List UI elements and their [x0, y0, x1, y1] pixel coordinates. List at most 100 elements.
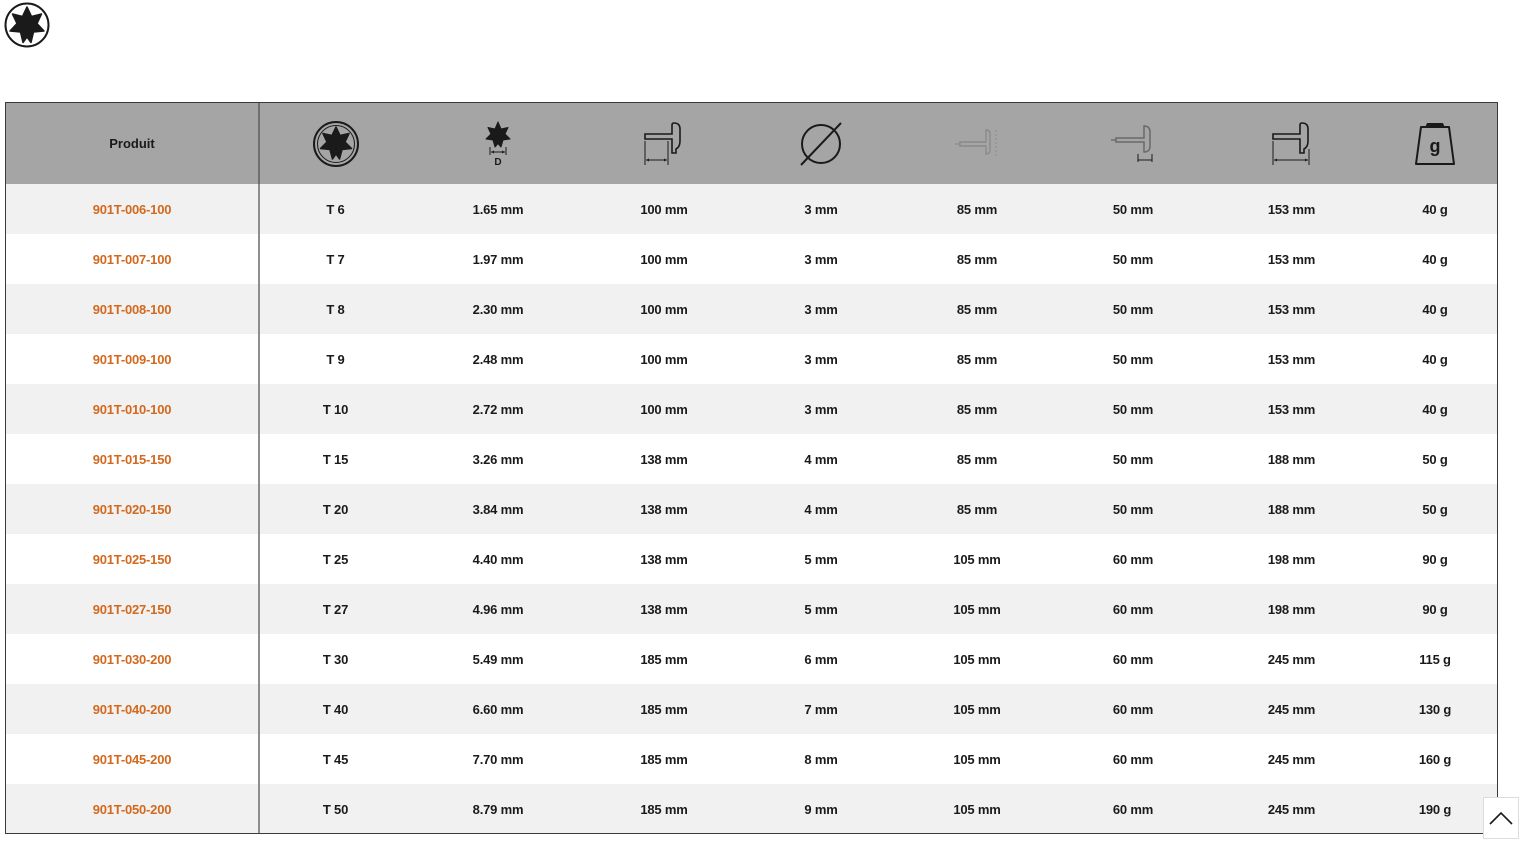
table-row: 901T-009-100 T 9 2.48 mm 100 mm 3 mm 85 mm 50 … [6, 334, 1497, 384]
product-code-cell[interactable]: 901T-027-150 [6, 584, 260, 634]
product-code-cell[interactable]: 901T-025-150 [6, 534, 260, 584]
header-total-length [1211, 103, 1372, 184]
torx-size-cell: T 25 [322, 551, 349, 567]
torx-size-cell: T 40 [322, 701, 349, 717]
weight-cell: 90 g [1422, 601, 1448, 617]
handle-width-cell: 60 mm [1112, 551, 1154, 567]
handle-width-cell: 60 mm [1112, 751, 1154, 767]
torx-size-cell: T 45 [322, 751, 349, 767]
weight-cell: 40 g [1422, 251, 1448, 267]
star-diameter-cell: 2.30 mm [472, 301, 524, 317]
header-star-diameter: D [411, 103, 585, 184]
weight-cell: 40 g [1422, 201, 1448, 217]
shaft-diameter-cell: 4 mm [804, 501, 838, 517]
product-code-cell[interactable]: 901T-045-200 [6, 734, 260, 784]
short-arm-length-cell: 100 mm [640, 251, 688, 267]
total-length-cell: 153 mm [1267, 351, 1316, 367]
weight-cell: 40 g [1422, 351, 1448, 367]
header-shaft-diameter [743, 103, 899, 184]
blade-length-cell: 85 mm [956, 301, 998, 317]
total-length-cell: 245 mm [1267, 751, 1316, 767]
short-arm-length-cell: 138 mm [640, 551, 688, 567]
handle-width-icon [1111, 124, 1153, 162]
product-code-cell[interactable]: 901T-009-100 [6, 334, 260, 384]
product-code-cell[interactable]: 901T-050-200 [6, 784, 260, 833]
short-arm-length-cell: 100 mm [640, 351, 688, 367]
product-code-cell[interactable]: 901T-030-200 [6, 634, 260, 684]
product-table: Produit D g 901T-006-100 T 6 1.65 mm 100… [6, 103, 1497, 833]
handle-width-cell: 60 mm [1112, 651, 1154, 667]
weight-cell: 115 g [1419, 651, 1451, 667]
blade-length-cell: 85 mm [956, 501, 998, 517]
star-diameter-cell: 6.60 mm [472, 701, 524, 717]
header-torx-size [259, 103, 411, 184]
total-length-cell: 188 mm [1267, 501, 1316, 517]
blade-length-cell: 105 mm [953, 551, 1001, 567]
total-length-cell: 245 mm [1267, 701, 1316, 717]
product-code-cell[interactable]: 901T-007-100 [6, 234, 260, 284]
short-arm-length-cell: 138 mm [640, 601, 688, 617]
short-arm-length-cell: 100 mm [640, 201, 688, 217]
table-body: 901T-006-100 T 6 1.65 mm 100 mm 3 mm 85 mm 50 … [6, 184, 1497, 833]
header-blade-length [899, 103, 1055, 184]
blade-length-cell: 85 mm [956, 251, 998, 267]
torx-size-cell: T 6 [326, 201, 345, 217]
table-row: 901T-015-150 T 15 3.26 mm 138 mm 4 mm 85 mm 50… [6, 434, 1497, 484]
handle-width-cell: 50 mm [1112, 301, 1154, 317]
total-length-cell: 198 mm [1267, 551, 1316, 567]
torx-size-cell: T 15 [322, 451, 349, 467]
diameter-letter: D [494, 157, 501, 168]
shaft-diameter-cell: 5 mm [804, 601, 838, 617]
shaft-diameter-cell: 3 mm [804, 251, 838, 267]
blade-length-cell: 85 mm [956, 351, 998, 367]
table-row: 901T-025-150 T 25 4.40 mm 138 mm 5 mm 105 mm 6… [6, 534, 1497, 584]
header-handle-width [1055, 103, 1211, 184]
header-short-arm [585, 103, 743, 184]
shaft-diameter-cell: 8 mm [804, 751, 838, 767]
weight-cell: 40 g [1422, 301, 1448, 317]
torx-size-cell: T 27 [322, 601, 349, 617]
weight-cell: 190 g [1418, 801, 1452, 817]
shaft-diameter-cell: 5 mm [804, 551, 838, 567]
star-diameter-cell: 1.65 mm [472, 201, 524, 217]
weight-cell: 50 g [1422, 451, 1448, 467]
total-length-cell: 245 mm [1267, 801, 1316, 817]
product-code-cell[interactable]: 901T-040-200 [6, 684, 260, 734]
shaft-diameter-cell: 3 mm [804, 401, 838, 417]
table-row: 901T-010-100 T 10 2.72 mm 100 mm 3 mm 85 mm 50… [6, 384, 1497, 434]
handle-width-cell: 50 mm [1112, 401, 1154, 417]
star-diameter-icon: D [485, 121, 511, 168]
shaft-diameter-cell: 3 mm [804, 351, 838, 367]
table-row: 901T-030-200 T 30 5.49 mm 185 mm 6 mm 105 mm 6… [6, 634, 1497, 684]
product-code-cell[interactable]: 901T-020-150 [6, 484, 260, 534]
header-weight: g [1372, 103, 1497, 184]
table-row: 901T-050-200 T 50 8.79 mm 185 mm 9 mm 105 mm 6… [6, 784, 1497, 833]
handle-width-cell: 50 mm [1112, 251, 1154, 267]
product-code-cell[interactable]: 901T-010-100 [6, 384, 260, 434]
torx-icon [4, 2, 50, 48]
total-length-icon [1271, 121, 1309, 165]
total-length-cell: 245 mm [1267, 651, 1316, 667]
scroll-to-top-button[interactable] [1483, 797, 1519, 839]
handle-width-cell: 60 mm [1112, 801, 1154, 817]
table-row: 901T-027-150 T 27 4.96 mm 138 mm 5 mm 105 mm 6… [6, 584, 1497, 634]
blade-length-cell: 105 mm [953, 701, 1001, 717]
product-code-cell[interactable]: 901T-008-100 [6, 284, 260, 334]
short-arm-length-cell: 185 mm [640, 701, 688, 717]
table-row: 901T-006-100 T 6 1.65 mm 100 mm 3 mm 85 mm 50 … [6, 184, 1497, 234]
short-arm-length-cell: 138 mm [640, 451, 688, 467]
blade-length-cell: 85 mm [956, 201, 998, 217]
weight-icon: g [1415, 122, 1455, 165]
table-row: 901T-040-200 T 40 6.60 mm 185 mm 7 mm 105 mm 6… [6, 684, 1497, 734]
total-length-cell: 153 mm [1267, 401, 1316, 417]
product-code-cell[interactable]: 901T-015-150 [6, 434, 260, 484]
shaft-diameter-cell: 7 mm [804, 701, 838, 717]
star-diameter-cell: 2.48 mm [472, 351, 524, 367]
handle-width-cell: 50 mm [1112, 351, 1154, 367]
blade-length-cell: 105 mm [953, 751, 1001, 767]
star-diameter-cell: 4.96 mm [472, 601, 524, 617]
torx-size-cell: T 8 [326, 301, 345, 317]
torx-size-cell: T 20 [322, 501, 349, 517]
product-code-cell[interactable]: 901T-006-100 [6, 184, 260, 234]
blade-length-cell: 105 mm [953, 801, 1001, 817]
